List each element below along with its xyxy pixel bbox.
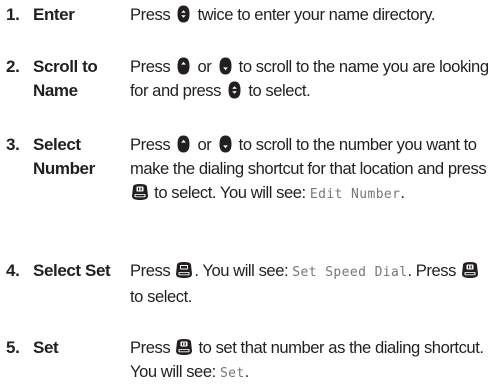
nav-center-select-icon (177, 5, 190, 23)
step-text: Press or to scroll to the name you are l… (130, 57, 489, 100)
nav-up-icon (177, 135, 190, 153)
step-number: 4. (6, 261, 20, 280)
step-text: Press or to scroll to the number you wan… (130, 135, 487, 202)
nav-down-icon (219, 57, 232, 75)
sto-key-icon (461, 261, 479, 279)
step-label: Scroll to Name (33, 57, 98, 100)
sto-key-icon (131, 183, 149, 201)
step-text: Press . You will see: Set Speed Dial. Pr… (130, 259, 490, 309)
step-number: 1. (6, 5, 20, 24)
step-number: 2. (6, 57, 20, 76)
step-label: Select Number (33, 135, 95, 178)
step-label: Select Set (33, 261, 111, 280)
display-text: Edit Number (309, 187, 401, 202)
nav-down-icon (219, 135, 232, 153)
nav-center-select-icon (228, 81, 241, 99)
nav-up-icon (177, 57, 190, 75)
sto-key-icon (175, 338, 193, 356)
step-label: Set (33, 338, 59, 357)
step-label: Enter (33, 5, 75, 24)
step-text: Press twice to enter your name directory… (130, 5, 436, 24)
display-text: Set Speed Dial (292, 265, 408, 280)
step-text: Press to set that number as the dialing … (130, 338, 484, 381)
step-number: 5. (6, 338, 20, 357)
clr-key-icon (175, 261, 193, 279)
display-text: Set (219, 366, 245, 381)
step-number: 3. (6, 135, 20, 154)
